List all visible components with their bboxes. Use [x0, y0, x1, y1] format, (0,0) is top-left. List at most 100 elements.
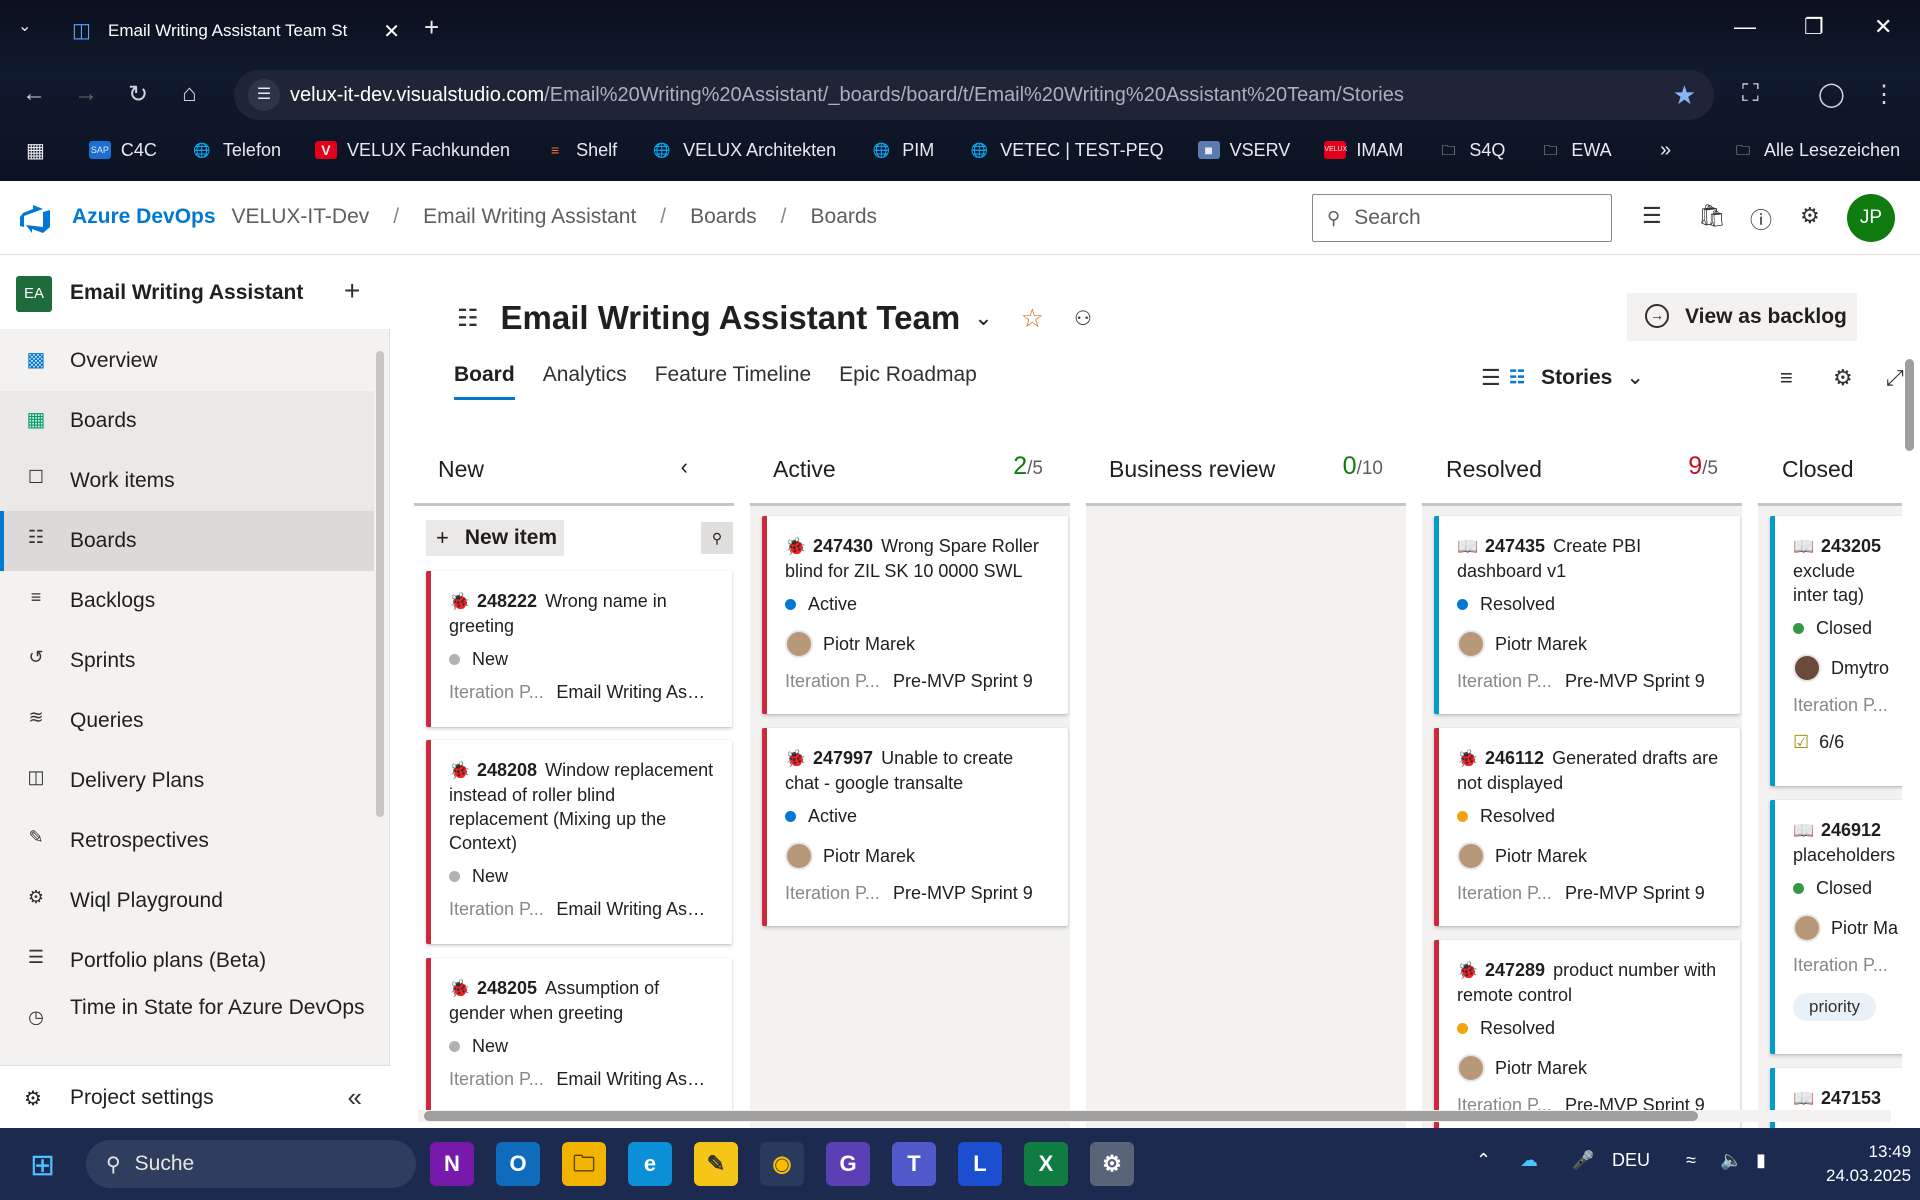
iteration-value[interactable]: Pre-MVP Sprint 9 — [1565, 883, 1705, 909]
filter-icon[interactable]: ≡ — [1780, 365, 1793, 391]
card-state[interactable]: Resolved — [1480, 1018, 1555, 1039]
crumb-boards-hub[interactable]: Boards — [690, 205, 757, 229]
battery-icon[interactable]: ▮ — [1756, 1150, 1766, 1171]
microphone-icon[interactable]: 🎤 — [1572, 1150, 1594, 1171]
bookmark-ewa[interactable]: 🗀 EWA — [1539, 140, 1611, 161]
nav-item-overview[interactable]: ▩ Overview — [0, 331, 374, 391]
show-hidden-icons-chevron-icon[interactable]: ⌃ — [1476, 1150, 1491, 1171]
column-search-icon[interactable]: ⚲ — [701, 522, 733, 554]
excel-icon[interactable]: X — [1024, 1142, 1068, 1186]
collapse-column-chevron-icon[interactable]: ‹ — [681, 454, 688, 480]
nav-item-retrospectives[interactable]: ✎ Retrospectives — [0, 811, 374, 871]
back-icon[interactable]: ← — [22, 80, 46, 108]
bookmark-vetec[interactable]: 🌐 VETEC | TEST-PEQ — [968, 140, 1164, 161]
bookmark-shelf[interactable]: ≡ Shelf — [544, 140, 617, 161]
nav-item-wiql-playground[interactable]: ⚙ Wiql Playground — [0, 871, 374, 931]
work-item-card[interactable]: 🐞 248222 Wrong name in greeting New Iterat… — [426, 571, 732, 727]
forward-icon[interactable]: → — [74, 80, 98, 108]
bookmark-c4c[interactable]: SAP C4C — [88, 140, 157, 161]
scroll-thumb[interactable] — [424, 1111, 1698, 1121]
bookmark-imam[interactable]: VELUX IMAM — [1324, 140, 1403, 161]
clock[interactable]: 13:49 24.03.2025 — [1826, 1140, 1911, 1188]
nav-item-boards[interactable]: ☷ Boards — [0, 511, 374, 571]
browser-tab[interactable]: ◫ Email Writing Assistant Team St ✕ — [60, 10, 412, 52]
windows-start-icon[interactable]: ⊞ — [30, 1148, 55, 1183]
nav-item-backlogs[interactable]: ≡ Backlogs — [0, 571, 374, 631]
tag-pill[interactable]: priority — [1793, 993, 1877, 1021]
tab-epic-roadmap[interactable]: Epic Roadmap — [839, 363, 977, 400]
work-item-card[interactable]: 🐞 247997 Unable to create chat - google tr… — [762, 728, 1068, 926]
checklist-count[interactable]: 6/6 — [1819, 732, 1844, 753]
sticky-notes-icon[interactable]: ✎ — [694, 1142, 738, 1186]
new-tab-icon[interactable]: + — [424, 12, 439, 43]
chevron-down-icon[interactable]: ⌄ — [974, 305, 992, 331]
file-explorer-icon[interactable]: 🗀 — [562, 1142, 606, 1186]
work-item-card[interactable]: 📖 246912 placeholders Closed Piotr Ma Iter… — [1770, 800, 1902, 1054]
project-name[interactable]: Email Writing Assistant — [70, 281, 303, 305]
azure-devops-logo-icon[interactable] — [20, 205, 52, 233]
iteration-value[interactable]: Email Writing Assi... — [556, 899, 714, 925]
work-item-card[interactable]: 🐞 246112 Generated drafts are not displaye… — [1434, 728, 1740, 926]
sidebar-scrollbar[interactable] — [376, 351, 384, 817]
language-indicator[interactable]: DEU — [1612, 1150, 1650, 1171]
menu-kebab-icon[interactable]: ⋮ — [1872, 80, 1896, 109]
favorite-star-icon[interactable]: ☆ — [1021, 303, 1044, 334]
assignee-name[interactable]: Dmytro — [1831, 658, 1889, 679]
onenote-icon[interactable]: N — [430, 1142, 474, 1186]
assignee-name[interactable]: Piotr Marek — [1495, 1058, 1587, 1079]
close-window-icon[interactable]: ✕ — [1874, 14, 1892, 40]
close-tab-icon[interactable]: ✕ — [383, 19, 400, 44]
bookmark-vserv[interactable]: ■ VSERV — [1197, 140, 1290, 161]
crumb-boards[interactable]: Boards — [811, 205, 878, 229]
marketplace-bag-icon[interactable]: 🛍 — [1698, 203, 1726, 229]
crumb-project[interactable]: Email Writing Assistant — [423, 205, 636, 229]
card-state[interactable]: Resolved — [1480, 806, 1555, 827]
card-state[interactable]: New — [472, 1036, 508, 1057]
nav-item-time-in-state[interactable]: ◷ Time in State for Azure DevOps — [0, 991, 374, 1025]
reload-icon[interactable]: ↻ — [128, 80, 148, 109]
settings-gear-icon[interactable]: ⚙ — [1833, 365, 1853, 391]
taskbar-search[interactable]: ⚲ Suche — [86, 1140, 416, 1188]
nav-item-delivery-plans[interactable]: ◫ Delivery Plans — [0, 751, 374, 811]
iteration-value[interactable]: Pre-MVP Sprint 9 — [1565, 671, 1705, 697]
nav-item-work-items[interactable]: ☐ Work items — [0, 451, 374, 511]
settings-gear-icon[interactable]: ⚙ — [1090, 1142, 1134, 1186]
card-title[interactable]: exclude inter tag) — [1793, 559, 1893, 607]
card-state[interactable]: New — [472, 866, 508, 887]
volume-icon[interactable]: 🔈 — [1720, 1150, 1742, 1171]
bookmark-s4q[interactable]: 🗀 S4Q — [1437, 140, 1505, 161]
work-item-card[interactable]: 🐞 248208 Window replacement instead of rol… — [426, 740, 732, 944]
site-info-icon[interactable]: ☰ — [248, 79, 280, 111]
work-item-card[interactable]: 📖 243205 exclude inter tag) Closed Dmytro … — [1770, 516, 1902, 786]
teams-icon[interactable]: T — [892, 1142, 936, 1186]
backlog-level-dropdown[interactable]: ☷ Stories ⌄ — [1509, 365, 1644, 390]
apps-grid-icon[interactable]: ▦ — [26, 138, 45, 163]
nav-item-boards-hub[interactable]: ▦ Boards — [0, 391, 374, 451]
card-state[interactable]: Closed — [1816, 618, 1872, 639]
card-state[interactable]: Resolved — [1480, 594, 1555, 615]
iteration-value[interactable]: Pre-MVP Sprint 9 — [893, 671, 1033, 697]
work-item-card[interactable]: 🐞 248205 Assumption of gender when greetin… — [426, 958, 732, 1114]
view-as-backlog-button[interactable]: → View as backlog — [1627, 293, 1857, 341]
add-icon[interactable]: + — [344, 275, 360, 307]
nav-item-portfolio-plans[interactable]: ☰ Portfolio plans (Beta) — [0, 931, 374, 991]
avatar[interactable]: JP — [1847, 194, 1895, 242]
filter-icon[interactable]: ☰ — [1481, 365, 1501, 391]
chrome-icon[interactable]: ◉ — [760, 1142, 804, 1186]
extensions-icon[interactable]: ⛶ — [1742, 80, 1759, 108]
assignee-name[interactable]: Piotr Marek — [1495, 846, 1587, 867]
work-item-card[interactable]: 📖 247435 Create PBI dashboard v1 Resolved … — [1434, 516, 1740, 714]
tab-board[interactable]: Board — [454, 363, 515, 400]
nav-item-sprints[interactable]: ↺ Sprints — [0, 631, 374, 691]
restore-icon[interactable]: ❐ — [1804, 14, 1824, 40]
card-state[interactable]: Closed — [1816, 878, 1872, 899]
wifi-icon[interactable]: ≈ — [1686, 1150, 1696, 1171]
bookmark-velux-architekten[interactable]: 🌐 VELUX Architekten — [651, 140, 836, 161]
card-state[interactable]: Active — [808, 594, 857, 615]
more-bookmarks-icon[interactable]: » — [1660, 139, 1671, 162]
bookmark-velux-fachkunden[interactable]: V VELUX Fachkunden — [314, 140, 510, 161]
board-horizontal-scrollbar[interactable] — [418, 1110, 1891, 1122]
bookmark-telefon[interactable]: 🌐 Telefon — [191, 140, 281, 161]
team-name[interactable]: Email Writing Assistant Team — [501, 299, 961, 337]
card-state[interactable]: New — [472, 649, 508, 670]
